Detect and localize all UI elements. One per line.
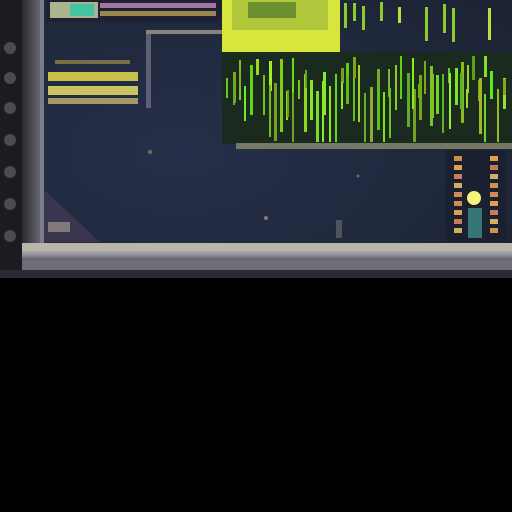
logic-trace	[443, 4, 446, 33]
logic-trace	[341, 82, 343, 109]
logic-trace	[358, 65, 360, 122]
logic-trace	[398, 7, 401, 23]
logic-trace	[460, 73, 463, 109]
logic-trace	[322, 81, 324, 142]
logic-trace	[484, 94, 486, 142]
io-pad	[490, 210, 498, 215]
io-pad	[490, 165, 498, 170]
io-pad	[454, 210, 462, 215]
logic-trace	[292, 58, 294, 93]
logic-trace	[364, 93, 366, 142]
io-pad	[490, 174, 498, 179]
bottom-seal-lower	[22, 260, 512, 270]
black-fill-area	[0, 278, 512, 512]
io-pad	[490, 156, 498, 161]
logic-trace	[353, 3, 356, 21]
logic-bus	[236, 143, 512, 149]
logic-trace	[449, 73, 451, 129]
logic-trace	[412, 58, 414, 109]
logic-trace	[442, 74, 444, 133]
logic-trace	[497, 89, 499, 142]
io-pad	[454, 192, 462, 197]
logic-trace	[353, 57, 356, 78]
logic-trace	[316, 91, 319, 142]
logic-trace	[233, 82, 235, 105]
logic-trace	[362, 6, 365, 30]
logic-trace	[263, 75, 265, 115]
logic-trace	[484, 56, 487, 77]
logic-trace	[424, 61, 426, 94]
io-pad	[454, 228, 462, 233]
logic-trace	[419, 75, 422, 120]
logic-trace	[383, 92, 385, 142]
io-pad	[490, 228, 498, 233]
logic-trace	[335, 74, 337, 142]
logic-trace	[292, 89, 294, 142]
logic-trace	[472, 56, 475, 80]
logic-trace	[310, 80, 313, 120]
logic-trace	[256, 59, 259, 75]
logic-trace	[425, 7, 428, 41]
io-pad	[490, 201, 498, 206]
io-pad	[454, 183, 462, 188]
io-pad	[454, 174, 462, 179]
logic-trace	[298, 80, 300, 99]
logic-trace	[346, 75, 349, 104]
bottom-seal-top	[22, 243, 512, 250]
image-canvas	[0, 0, 512, 512]
logic-trace	[305, 70, 307, 88]
logic-trace	[239, 67, 241, 91]
logic-trace	[377, 85, 380, 130]
left-seal-ring	[22, 0, 42, 260]
logic-trace	[467, 65, 469, 93]
io-bright-dot	[467, 191, 481, 205]
logic-trace	[488, 8, 491, 40]
logic-trace	[430, 66, 433, 126]
logic-trace	[380, 2, 383, 21]
logic-trace	[280, 59, 283, 132]
logic-trace	[490, 71, 493, 99]
logic-trace	[466, 89, 468, 108]
logic-trace	[226, 78, 228, 98]
logic-trace	[370, 87, 373, 142]
die-photo	[0, 0, 512, 278]
bottom-edge	[0, 270, 512, 278]
logic-trace	[400, 56, 402, 99]
logic-trace	[353, 74, 355, 121]
logic-trace	[269, 85, 271, 137]
logic-trace	[389, 88, 391, 138]
logic-trace	[250, 65, 253, 115]
io-pad	[454, 201, 462, 206]
io-pad	[490, 183, 498, 188]
logic-trace	[344, 3, 347, 28]
logic-trace	[395, 65, 397, 110]
logic-trace	[244, 86, 246, 121]
logic-trace	[452, 8, 455, 42]
io-pad	[454, 219, 462, 224]
io-pad	[454, 156, 462, 161]
logic-trace	[407, 73, 410, 127]
route-h	[146, 30, 226, 34]
logic-trace	[329, 86, 331, 142]
io-pad	[490, 192, 498, 197]
left-inner-line	[40, 0, 44, 250]
logic-trace	[287, 90, 289, 117]
logic-trace	[455, 68, 458, 105]
logic-trace	[503, 79, 506, 95]
route-v	[146, 34, 151, 108]
logic-trace	[341, 68, 344, 83]
logic-trace	[479, 78, 482, 134]
bottom-seal-ring	[22, 250, 512, 260]
io-pad	[490, 219, 498, 224]
die-micrograph	[0, 0, 512, 278]
io-pad	[454, 165, 462, 170]
logic-trace	[436, 75, 439, 114]
logic-trace	[274, 83, 277, 141]
